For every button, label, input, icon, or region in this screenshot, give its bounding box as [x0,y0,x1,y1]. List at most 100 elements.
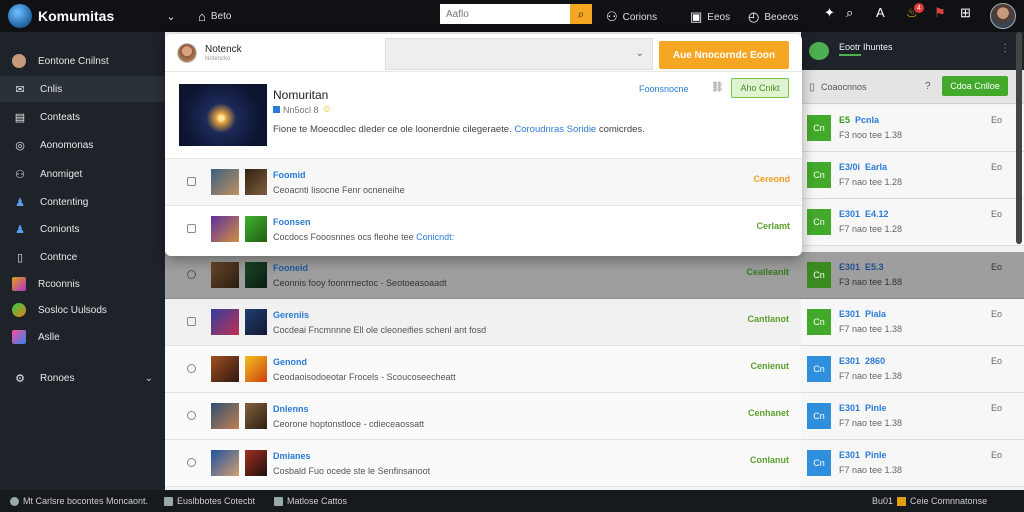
follow-button[interactable]: Aho Cnikt [731,78,789,98]
row-thumbnail [211,309,239,335]
home-nav[interactable]: ⌂ Beto [198,9,231,24]
row-checkbox[interactable] [187,177,196,186]
table-row[interactable]: Gereniis Cocdeai Fncmnnne Ell ole cleone… [165,299,801,346]
bottom-item-mid[interactable]: Euslbbotes Cotecbt [164,496,255,506]
sidebar-item-10[interactable]: Aslle [0,324,165,350]
popup-action-button[interactable]: Aue Nnocorndc Eoon [659,41,789,69]
right-list-item[interactable]: Cn E301 Piala F7 nao tee 1.38 Eo [801,299,1024,346]
right-item-tag: E5.3 [865,262,884,272]
right-item-line1: E301 2860 [839,356,885,366]
popup-desc-link[interactable]: Coroudnras Soridie [514,124,596,135]
bottom-item-left[interactable]: Mt Carlsre bocontes Moncaont. [10,496,148,506]
help-icon[interactable]: ? [925,81,931,92]
status-tile: Cn [807,162,831,188]
right-item-code: E301 [839,262,861,272]
table-row[interactable]: Genond Ceodaoisodoeotar Frocels - Scouco… [165,346,801,393]
sidebar-item-1[interactable]: ✉ Cnlis [0,76,165,102]
right-list-item[interactable]: Cn E3/0i Earla F7 nao tee 1.28 Eo [801,152,1024,199]
row-subtitle-link[interactable]: Conicndt: [416,232,454,242]
sidebar-item-7[interactable]: ▯ Contnce [0,244,165,270]
row-status: Cenienut [750,361,789,371]
nav-item-eeos[interactable]: ▣ Eeos [690,9,730,25]
tv-icon: ▣ [690,9,703,24]
sidebar-item-2[interactable]: ▤ Conteats [0,104,165,130]
logo[interactable]: Komumitas [8,4,158,28]
nav-item-eeos-label: Eeos [707,11,731,23]
bottom-item-mid2[interactable]: Matlose Cattos [274,496,347,506]
pin-icon[interactable]: ✦ [824,5,835,21]
row-checkbox[interactable] [187,458,196,467]
table-row[interactable]: Dmianes Cosbald Fuo ocede ste le Senfins… [165,440,801,487]
popup-user-name[interactable]: Notenck [205,44,242,55]
row-subtitle: Ceoacnti Iisocne Fenr ocneneihe [273,185,405,195]
right-item-actions[interactable]: Eo [991,209,1002,219]
table-row[interactable]: Dnlenns Ceorone hoptonstloce - cdieceaos… [165,393,801,440]
chevron-down-icon[interactable]: ⌄ [145,373,153,384]
right-item-actions[interactable]: Eo [991,115,1002,125]
table-row[interactable]: Fooneid Ceonnis fooy foonrrnectoc - Seot… [165,252,801,299]
sidebar-item-8[interactable]: Rcoonnis [0,271,165,297]
nav-item-corions[interactable]: ⚇ Corions [606,9,657,25]
row-checkbox[interactable] [187,317,196,326]
bottom-right-count: Bu01 [872,496,894,506]
right-list-item[interactable]: Cn E301 Pinle F7 nao tee 1.38 Eo [801,440,1024,487]
row-thumbnail [211,356,239,382]
right-item-line2: F3 noo tee 1.38 [839,130,903,140]
right-item-actions[interactable]: Eo [991,309,1002,319]
row-title[interactable]: Dnlenns [273,404,309,414]
right-list-item[interactable]: Cn E301 Pinle F7 nao tee 1.38 Eo [801,393,1024,440]
scrollbar[interactable] [1016,32,1022,244]
user-avatar[interactable] [990,3,1016,29]
gift-icon[interactable]: ⚑ [934,5,946,21]
row-checkbox[interactable] [187,411,196,420]
table-row[interactable]: Foonsen Cocdocs Fooosnnes ocs fleohe tee… [165,205,802,252]
green-action-button[interactable]: Cdoa Cnlloe [942,76,1008,96]
link-icon[interactable]: ⛓ [711,82,724,93]
sidebar-item-4[interactable]: ⚇ Anomiget [0,161,165,187]
search-top-icon[interactable]: ⌕ [846,5,853,21]
row-title[interactable]: Dmianes [273,451,311,461]
right-item-actions[interactable]: Eo [991,162,1002,172]
table-row[interactable]: Foomid Ceoacnti Iisocne Fenr ocneneihe C… [165,158,802,205]
bottom-item-right[interactable]: Bu01 Ceie Comnnatonse [872,496,987,506]
more-icon[interactable]: ⋮ [1000,43,1010,54]
sidebar-item-3[interactable]: ◎ Aonomonas [0,132,165,158]
row-checkbox[interactable] [187,364,196,373]
search-icon[interactable]: ⌕ [570,4,592,24]
search-input[interactable] [440,4,570,24]
right-list-item[interactable]: Cn E5 Pcnla F3 noo tee 1.38 Eo [801,105,1024,152]
right-item-actions[interactable]: Eo [991,356,1002,366]
right-item-tag: Piala [865,309,887,319]
sidebar-item-9[interactable]: Sosloc Uulsods [0,297,165,323]
right-list-item[interactable]: Cn E301 2860 F7 nao tee 1.38 Eo [801,346,1024,393]
sidebar-item-0[interactable]: Eontone Cnilnst [0,48,165,74]
row-thumbnail-small [245,309,267,335]
popup-select[interactable]: ⌄ [385,38,653,70]
logo-globe-icon [8,4,32,28]
sidebar-item-5[interactable]: ♟ Contenting [0,189,165,215]
sidebar-item-6[interactable]: ♟ Conionts [0,216,165,242]
logo-text: Komumitas [38,8,115,24]
row-title[interactable]: Foonsen [273,217,311,227]
right-list-item[interactable]: Cn E301 E5.3 F3 nao tee 1.88 Eo [801,252,1024,299]
nav-item-beoeos[interactable]: ◴ Beoeos [748,9,798,25]
right-item-line1: E301 Pinle [839,450,887,460]
sidebar-item-label: Contenting [40,196,89,208]
grid-icon[interactable]: ⊞ [960,5,971,21]
row-title[interactable]: Gereniis [273,310,309,320]
row-title[interactable]: Foomid [273,170,306,180]
font-icon[interactable]: A [876,5,885,20]
popup-avatar[interactable] [177,43,197,63]
right-item-actions[interactable]: Eo [991,450,1002,460]
row-title[interactable]: Fooneid [273,263,308,273]
row-subtitle: Cosbald Fuo ocede ste le Senfinsanoot [273,466,431,476]
sidebar-item-11[interactable]: ⚙ Ronoes ⌄ [0,365,165,391]
right-item-actions[interactable]: Eo [991,262,1002,272]
popup-link[interactable]: Foonsnocne [639,84,689,94]
right-list-item[interactable]: Cn E301 E4.12 F7 nao tee 1.28 Eo [801,199,1024,246]
right-item-actions[interactable]: Eo [991,403,1002,413]
row-checkbox[interactable] [187,224,196,233]
row-checkbox[interactable] [187,270,196,279]
row-title[interactable]: Genond [273,357,307,367]
chevron-down-icon[interactable]: ⌄ [158,10,184,23]
